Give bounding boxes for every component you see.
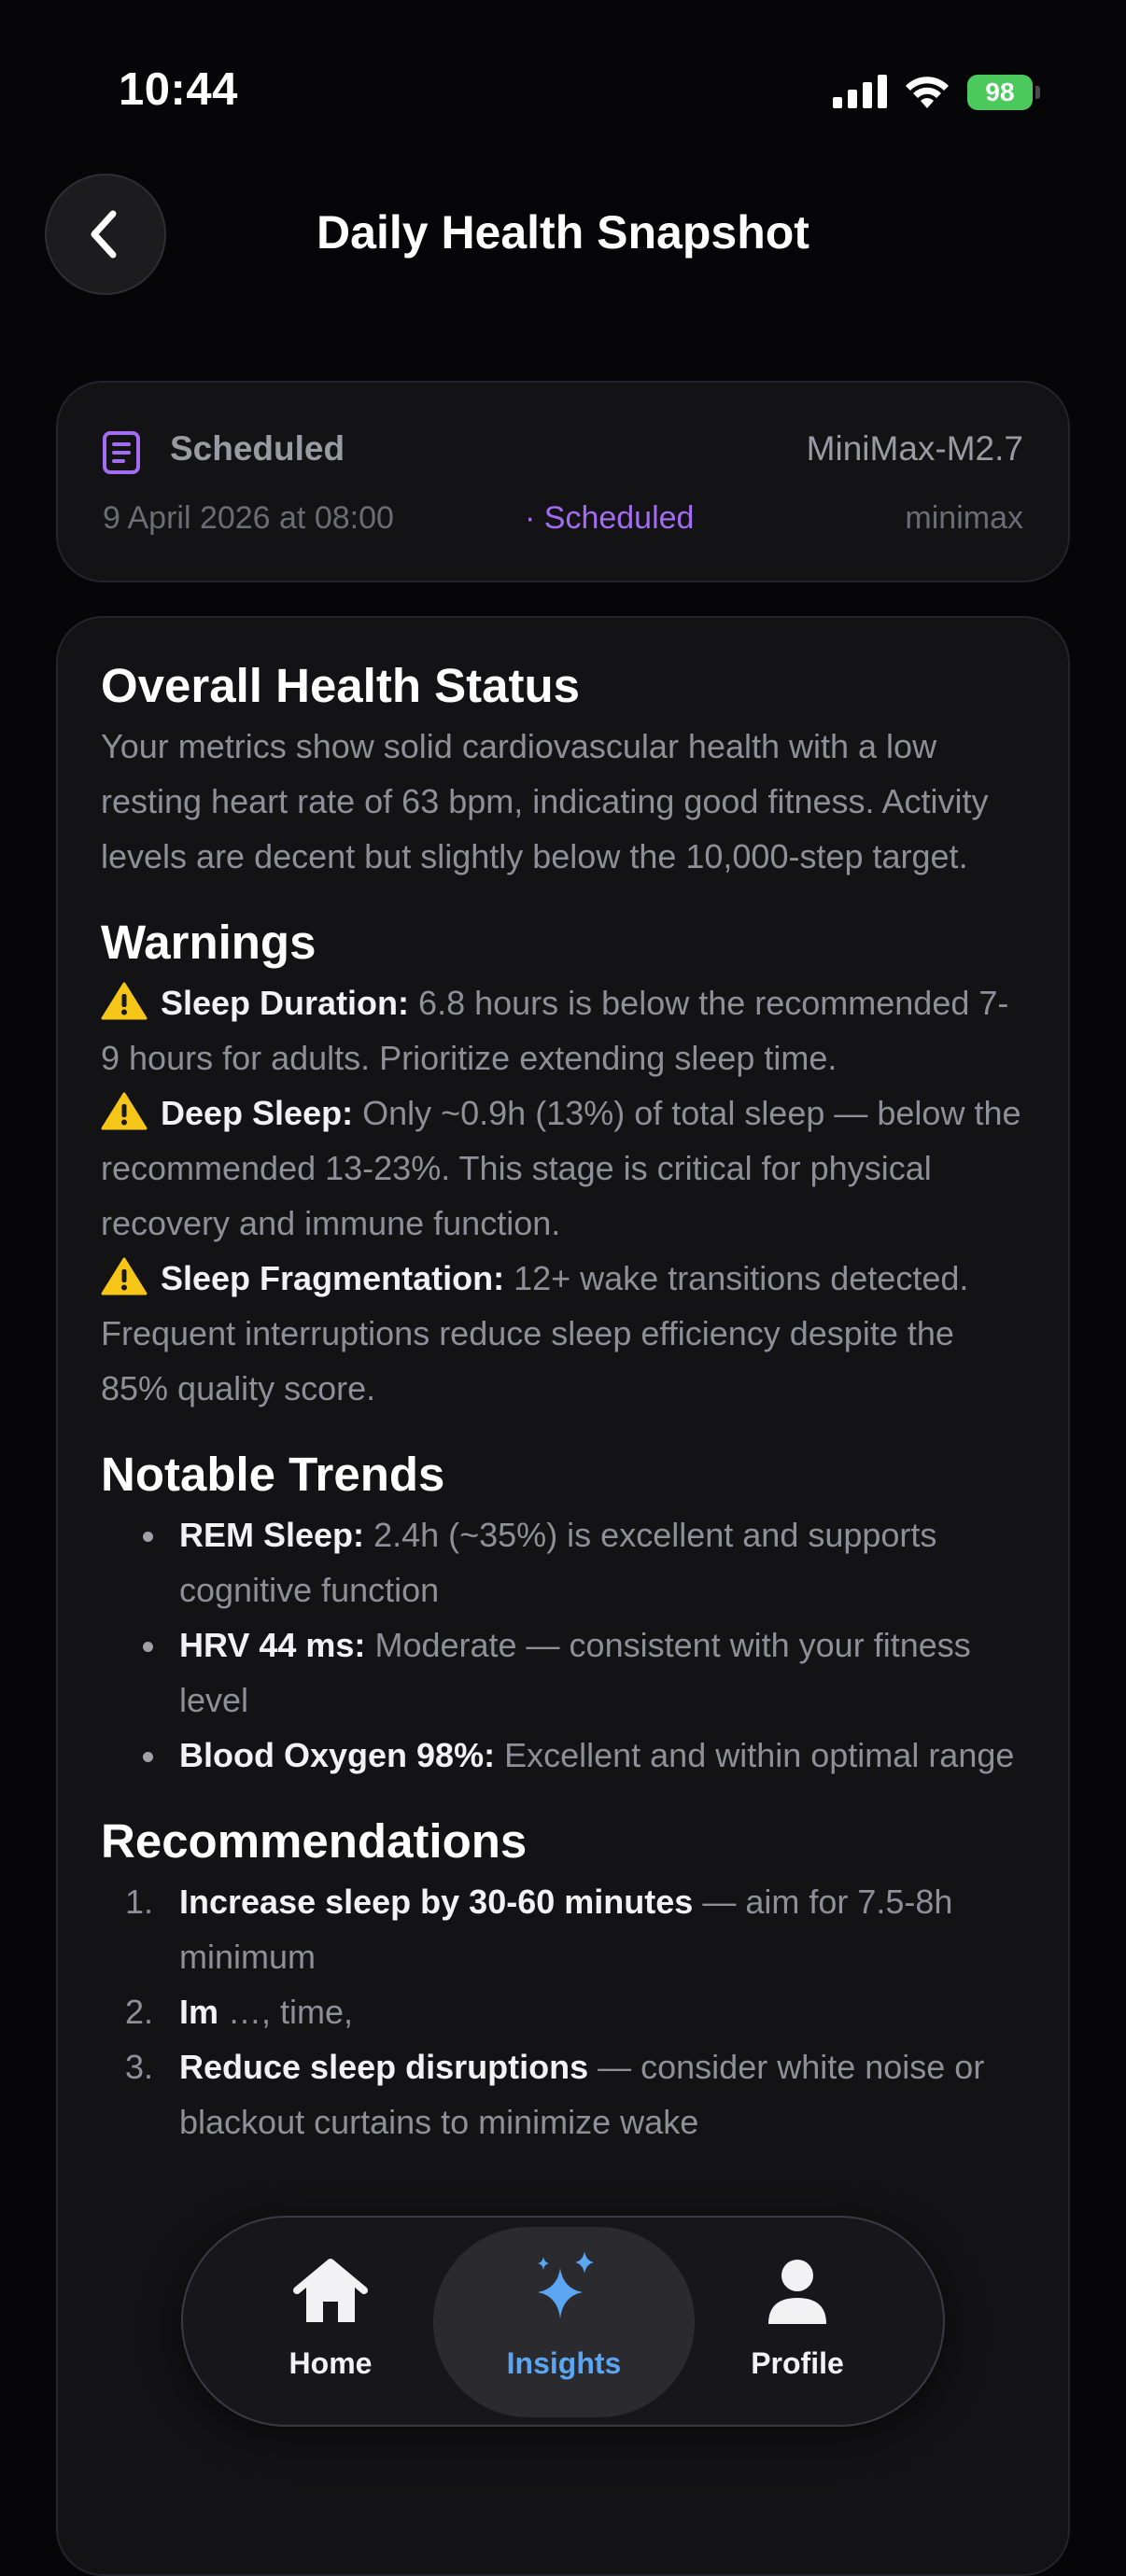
trend-title: Blood Oxygen 98%:: [179, 1736, 496, 1774]
rec-title: Increase sleep by 30-60 minutes: [179, 1883, 694, 1921]
report-date: 9 April 2026 at 08:00: [103, 500, 394, 536]
tab-label: Insights: [506, 2346, 622, 2380]
tab-profile[interactable]: Profile: [667, 2227, 928, 2417]
list-item: 2. Im …, time,: [101, 1984, 1025, 2039]
warning-item: Sleep Fragmentation: 12+ wake transition…: [101, 1251, 1025, 1416]
cellular-signal-icon: [833, 75, 887, 108]
warning-item: Sleep Duration: 6.8 hours is below the r…: [101, 975, 1025, 1085]
list-item: REM Sleep: 2.4h (~35%) is excellent and …: [101, 1507, 1025, 1617]
page-title: Daily Health Snapshot: [317, 206, 809, 259]
list-item: HRV 44 ms: Moderate — consistent with yo…: [101, 1617, 1025, 1728]
rec-text: …, time,: [228, 1993, 354, 2031]
section-heading: Overall Health Status: [101, 659, 581, 712]
section-heading: Recommendations: [101, 1814, 528, 1868]
report-meta-card: Scheduled MiniMax-M2.7 9 April 2026 at 0…: [56, 381, 1070, 582]
trends-list: REM Sleep: 2.4h (~35%) is excellent and …: [101, 1507, 1025, 1783]
tab-label: Home: [289, 2346, 373, 2380]
rec-title: Im: [179, 1993, 219, 2031]
rec-title: Reduce sleep disruptions: [179, 2048, 589, 2086]
warning-title: Sleep Fragmentation:: [161, 1259, 505, 1297]
tab-bar: Home Insights Profile: [181, 2216, 945, 2427]
warning-item: Deep Sleep: Only ~0.9h (13%) of total sl…: [101, 1085, 1025, 1251]
section-heading: Warnings: [101, 916, 317, 969]
warning-icon: [101, 1257, 148, 1295]
report-type: Scheduled: [170, 429, 345, 468]
battery-tip: [1035, 86, 1040, 99]
warning-title: Sleep Duration:: [161, 984, 410, 1022]
list-item: 3. Reduce sleep disruptions — consider wh…: [101, 2039, 1025, 2149]
trend-title: HRV 44 ms:: [179, 1626, 366, 1664]
recommendations-section: Recommendations 1. Increase sleep by 30-6…: [101, 1809, 1025, 2149]
report-content: Overall Health Status Your metrics show …: [101, 653, 1025, 2176]
model-name: MiniMax-M2.7: [806, 429, 1023, 468]
trends-section: Notable Trends REM Sleep: 2.4h (~35%) is…: [101, 1442, 1025, 1783]
status-time: 10:44: [119, 64, 238, 115]
item-number: 2.: [125, 1993, 154, 2031]
house-icon: [293, 2259, 368, 2322]
list-item: Blood Oxygen 98%: Excellent and within o…: [101, 1728, 1025, 1783]
status-bar: 10:44 98: [0, 0, 1126, 177]
trend-title: REM Sleep:: [179, 1516, 365, 1554]
warning-icon: [101, 1092, 148, 1130]
battery-indicator: 98: [967, 75, 1040, 110]
item-number: 1.: [125, 1883, 154, 1921]
person-icon: [768, 2260, 826, 2324]
sparkles-icon: [538, 2251, 594, 2318]
warning-title: Deep Sleep:: [161, 1094, 354, 1132]
item-number: 3.: [125, 2048, 154, 2086]
overall-section: Overall Health Status Your metrics show …: [101, 653, 1025, 884]
warning-icon: [101, 982, 148, 1020]
section-heading: Notable Trends: [101, 1448, 445, 1501]
provider-name: minimax: [905, 500, 1023, 536]
recommendations-list: 1. Increase sleep by 30-60 minutes — aim …: [101, 1874, 1025, 2149]
warnings-section: Warnings Sleep Duration: 6.8 hours is be…: [101, 910, 1025, 1416]
tab-label: Profile: [751, 2346, 844, 2380]
document-icon: [103, 431, 140, 474]
tab-home[interactable]: Home: [200, 2227, 461, 2417]
report-status: · Scheduled: [525, 500, 695, 536]
battery-level: 98: [967, 75, 1033, 110]
wifi-icon: [906, 77, 949, 108]
tab-insights[interactable]: Insights: [433, 2227, 695, 2417]
trend-text: Excellent and within optimal range: [504, 1736, 1015, 1774]
list-item: 1. Increase sleep by 30-60 minutes — aim …: [101, 1874, 1025, 1984]
overall-text: Your metrics show solid cardiovascular h…: [101, 727, 989, 875]
